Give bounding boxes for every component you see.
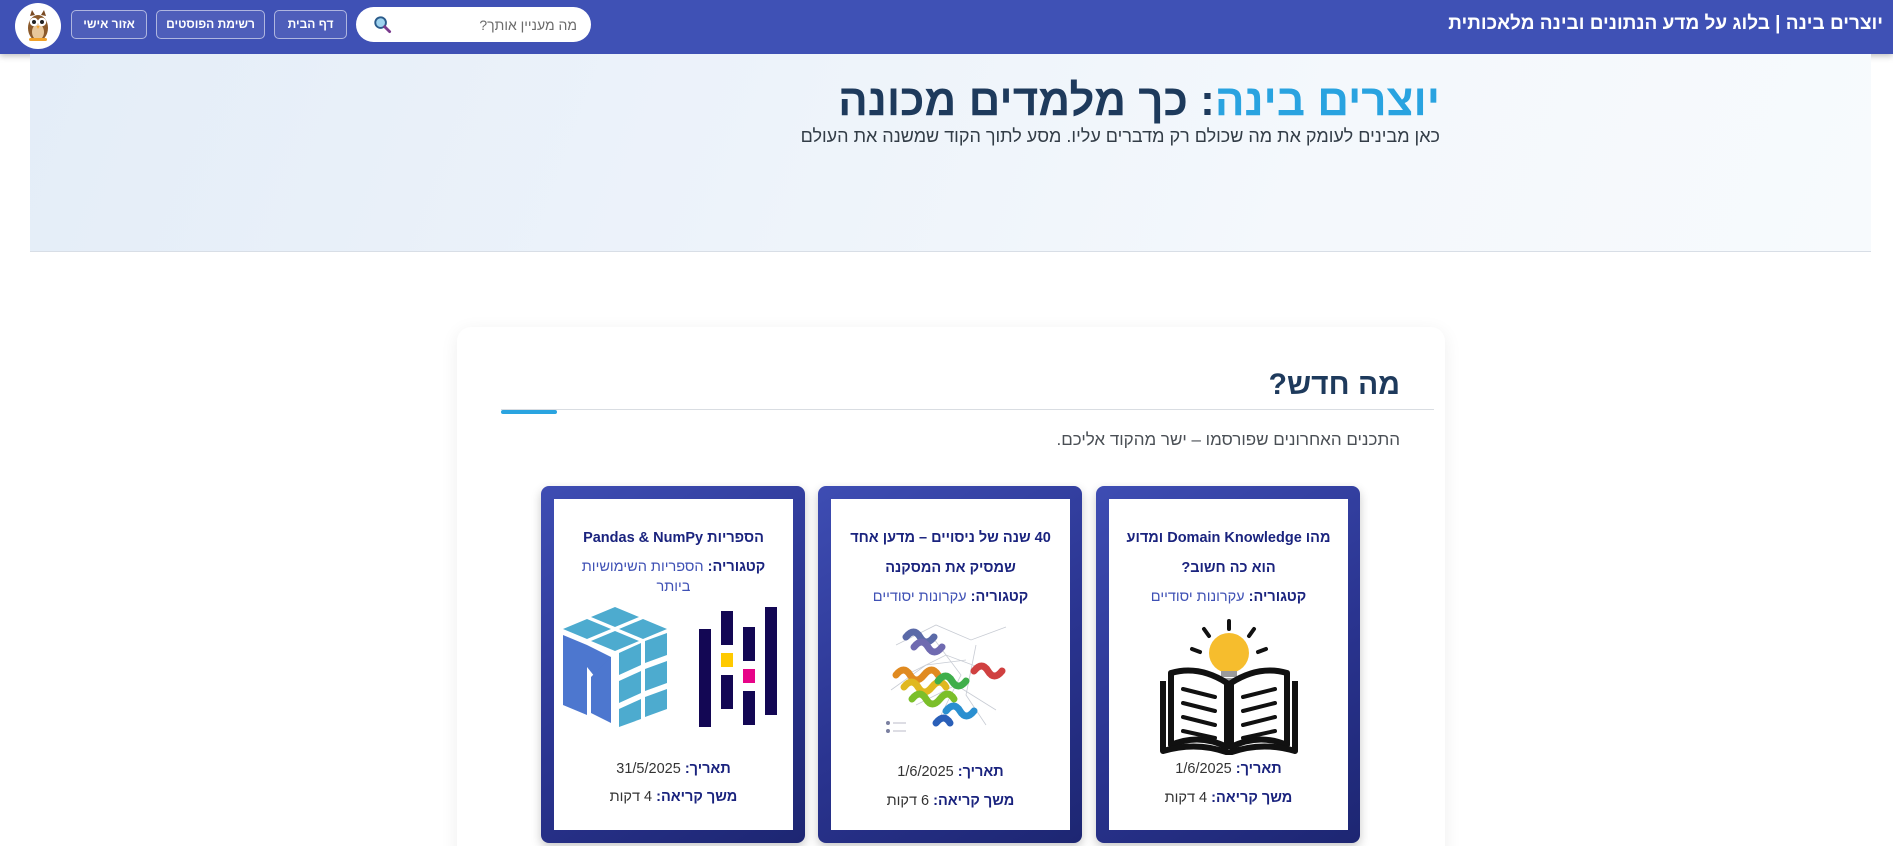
pandas-numpy-logos: [562, 607, 777, 727]
post-title[interactable]: מהו Domain Knowledge ומדוע הוא כה חשוב?: [1121, 523, 1336, 583]
category-label: קטגוריה:: [1248, 589, 1307, 605]
hero-subtitle: כאן מבינים לעומק את מה שכולם רק מדברים ע…: [800, 126, 1440, 146]
post-card[interactable]: מהו Domain Knowledge ומדוע הוא כה חשוב? …: [1096, 486, 1360, 843]
post-read-time: משך קריאה: 4 דקות: [1109, 790, 1348, 806]
date-value: 1/6/2025: [1175, 761, 1232, 777]
read-time-label: משך קריאה:: [933, 793, 1015, 809]
hero-banner: יוצרים בינה: כך מלמדים מכונה כאן מבינים …: [30, 54, 1871, 252]
section-title: מה חדש?: [1268, 368, 1400, 401]
read-time-value: 6 דקות: [886, 793, 930, 809]
section-divider: [501, 409, 1434, 410]
section-description: התכנים האחרונים שפורסמו – ישר מהקוד אליכ…: [1056, 430, 1400, 449]
read-time-value: 4 דקות: [609, 789, 653, 805]
numpy-logo: [562, 607, 667, 727]
post-title[interactable]: הספריות Pandas & NumPy: [566, 523, 781, 553]
category-value: עקרונות יסודיים: [1150, 589, 1245, 605]
site-title[interactable]: יוצרים בינה | בלוג על מדע הנתונים ובינה …: [1448, 0, 1883, 48]
date-label: תאריך:: [957, 764, 1004, 780]
search-icon[interactable]: [373, 15, 392, 34]
read-time-label: משך קריאה:: [1211, 790, 1293, 806]
top-navbar: יוצרים בינה | בלוג על מדע הנתונים ובינה …: [0, 0, 1893, 54]
avatar[interactable]: [15, 3, 61, 49]
post-date: תאריך: 1/6/2025: [1109, 761, 1348, 777]
post-card[interactable]: הספריות Pandas & NumPy קטגוריה: הספריות …: [541, 486, 805, 843]
category-label: קטגוריה:: [707, 559, 766, 575]
posts-list-button[interactable]: רשימת הפוסטים: [156, 10, 265, 39]
read-time-value: 4 דקות: [1164, 790, 1208, 806]
hero-title-rest: : כך מלמדים מכונה: [838, 76, 1215, 125]
post-title[interactable]: 40 שנה של ניסויים – מדען אחד שמסיק את המ…: [843, 523, 1058, 583]
post-card-body[interactable]: הספריות Pandas & NumPy קטגוריה: הספריות …: [554, 499, 793, 830]
post-category: קטגוריה: עקרונות יסודיים: [843, 587, 1058, 607]
post-category: קטגוריה: עקרונות יסודיים: [1121, 587, 1336, 607]
post-read-time: משך קריאה: 4 דקות: [554, 789, 793, 805]
date-value: 31/5/2025: [616, 761, 681, 777]
category-value: עקרונות יסודיים: [872, 589, 967, 605]
date-label: תאריך:: [684, 761, 731, 777]
protein-structure-image: [885, 624, 1006, 733]
date-label: תאריך:: [1235, 761, 1282, 777]
search-box[interactable]: [356, 7, 591, 42]
home-button[interactable]: דף הבית: [274, 10, 347, 39]
search-input[interactable]: [387, 7, 577, 42]
read-time-label: משך קריאה:: [656, 789, 738, 805]
hero-title: יוצרים בינה: כך מלמדים מכונה: [838, 76, 1440, 126]
date-value: 1/6/2025: [897, 764, 954, 780]
pandas-logo: [698, 607, 777, 727]
hero-title-accent: יוצרים בינה: [1214, 76, 1440, 125]
category-value: הספריות השימושיות ביותר: [581, 559, 704, 595]
post-date: תאריך: 31/5/2025: [554, 761, 793, 777]
category-label: קטגוריה:: [970, 589, 1029, 605]
post-category: קטגוריה: הספריות השימושיות ביותר: [566, 557, 781, 597]
personal-area-button[interactable]: אזור אישי: [71, 10, 147, 39]
owl-avatar-icon: [28, 10, 48, 41]
section-divider-accent: [501, 410, 557, 414]
post-card-body[interactable]: 40 שנה של ניסויים – מדען אחד שמסיק את המ…: [831, 499, 1070, 830]
post-date: תאריך: 1/6/2025: [831, 764, 1070, 780]
post-card[interactable]: 40 שנה של ניסויים – מדען אחד שמסיק את המ…: [818, 486, 1082, 843]
post-card-body[interactable]: מהו Domain Knowledge ומדוע הוא כה חשוב? …: [1109, 499, 1348, 830]
post-read-time: משך קריאה: 6 דקות: [831, 793, 1070, 809]
book-lightbulb-icon: [1159, 619, 1298, 755]
